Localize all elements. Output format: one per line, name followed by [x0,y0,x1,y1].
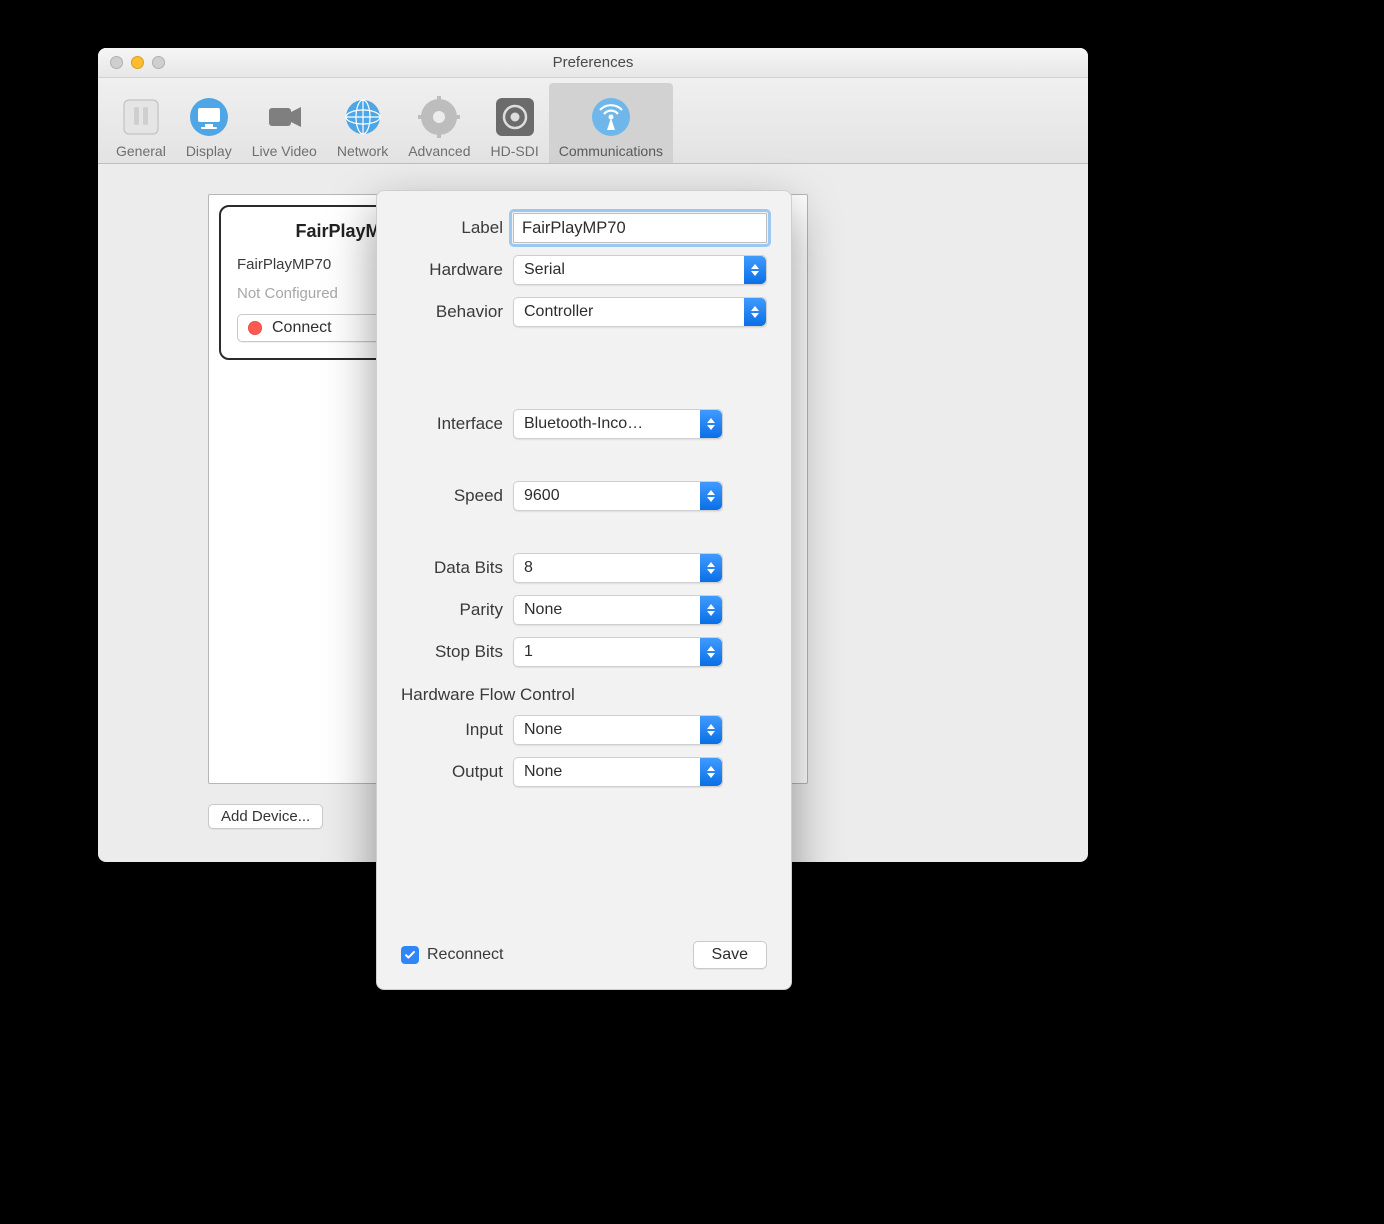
select-value: None [514,763,700,781]
add-device-button[interactable]: Add Device... [208,804,323,829]
minimize-window-button[interactable] [131,56,144,69]
select-value: Bluetooth-Inco… [514,415,700,433]
chevron-updown-icon [700,554,722,582]
label-hardware: Hardware [401,260,513,280]
chevron-updown-icon [744,256,766,284]
select-value: None [514,601,700,619]
chevron-updown-icon [700,482,722,510]
chevron-updown-icon [744,298,766,326]
antenna-icon [589,95,633,139]
label-behavior: Behavior [401,302,513,322]
chevron-updown-icon [700,596,722,624]
tab-network[interactable]: Network [327,83,398,163]
chevron-updown-icon [700,758,722,786]
select-value: Controller [514,303,744,321]
port-icon [493,95,537,139]
slider-icon [119,95,163,139]
close-window-button[interactable] [110,56,123,69]
speed-select[interactable]: 9600 [513,481,723,511]
parity-select[interactable]: None [513,595,723,625]
status-dot-icon [248,321,262,335]
behavior-select[interactable]: Controller [513,297,767,327]
select-value: 9600 [514,487,700,505]
tab-label: Communications [559,143,663,159]
label-input: Input [401,720,513,740]
connect-label: Connect [272,319,332,337]
tab-advanced[interactable]: Advanced [398,83,480,163]
monitor-icon [187,95,231,139]
select-value: 8 [514,559,700,577]
camera-icon [262,95,306,139]
label-output: Output [401,762,513,782]
chevron-updown-icon [700,716,722,744]
window-title: Preferences [98,54,1088,71]
tab-general[interactable]: General [106,83,176,163]
label-speed: Speed [401,486,513,506]
tab-label: General [116,143,166,159]
checkmark-icon [401,946,419,964]
select-value: 1 [514,643,700,661]
label-parity: Parity [401,600,513,620]
select-value: None [514,721,700,739]
data-bits-select[interactable]: 8 [513,553,723,583]
zoom-window-button[interactable] [152,56,165,69]
chevron-updown-icon [700,638,722,666]
select-value: Serial [514,261,744,279]
label-input[interactable] [513,213,767,243]
flow-control-header: Hardware Flow Control [401,685,767,705]
hardware-select[interactable]: Serial [513,255,767,285]
tab-label: Advanced [408,143,470,159]
tab-label: Display [186,143,232,159]
label-interface: Interface [401,414,513,434]
flow-input-select[interactable]: None [513,715,723,745]
titlebar: Preferences [98,48,1088,78]
tab-label: HD-SDI [491,143,539,159]
reconnect-label: Reconnect [427,946,504,964]
interface-select[interactable]: Bluetooth-Inco… [513,409,723,439]
label-label: Label [401,218,513,238]
globe-icon [341,95,385,139]
stop-bits-select[interactable]: 1 [513,637,723,667]
tab-live-video[interactable]: Live Video [242,83,327,163]
chevron-updown-icon [700,410,722,438]
gear-icon [417,95,461,139]
label-stop-bits: Stop Bits [401,642,513,662]
popover-footer: Reconnect Save [401,941,767,969]
preferences-toolbar: General Display Live Video Network Advan… [98,78,1088,164]
flow-output-select[interactable]: None [513,757,723,787]
tab-label: Network [337,143,388,159]
traffic-lights [98,56,165,69]
device-settings-popover: Label Hardware Serial Behavior Controlle… [376,190,792,990]
reconnect-checkbox[interactable]: Reconnect [401,946,504,964]
tab-display[interactable]: Display [176,83,242,163]
label-data-bits: Data Bits [401,558,513,578]
tab-hdsdi[interactable]: HD-SDI [481,83,549,163]
save-button[interactable]: Save [693,941,767,969]
tab-communications[interactable]: Communications [549,83,673,163]
tab-label: Live Video [252,143,317,159]
